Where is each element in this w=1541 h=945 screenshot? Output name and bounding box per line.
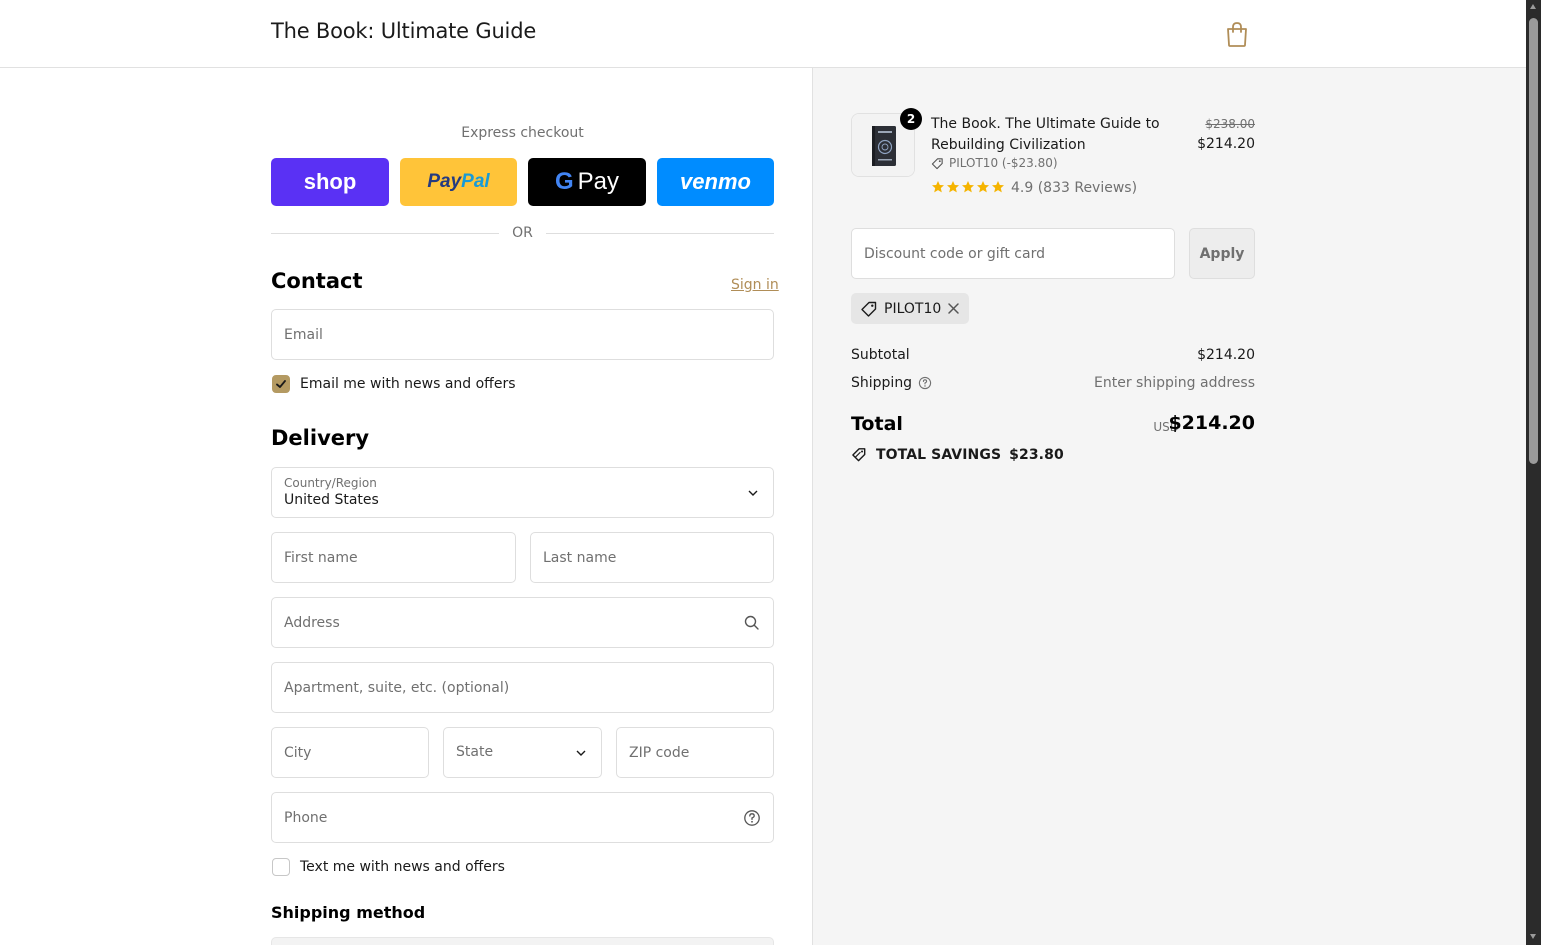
discount-code-input[interactable] (852, 229, 1174, 278)
order-summary-panel (812, 68, 1526, 945)
star-icon (947, 181, 959, 193)
product-discount-line: PILOT10 (-$23.80) (931, 156, 1058, 170)
close-icon[interactable] (947, 302, 960, 315)
city-field[interactable] (271, 727, 429, 778)
applied-code-text: PILOT10 (884, 300, 942, 317)
paypal-logo-part2: Pal (461, 171, 490, 192)
discount-code-field[interactable] (851, 228, 1175, 279)
shopping-bag-icon[interactable] (1224, 20, 1250, 48)
google-pay-button[interactable]: G Pay (528, 158, 646, 206)
city-input[interactable] (272, 728, 428, 777)
shipping-label: Shipping (851, 375, 913, 391)
shop-pay-logo: shop (303, 169, 357, 194)
sms-news-checkbox[interactable] (272, 858, 290, 876)
paypal-button[interactable]: Pay Pal (400, 158, 517, 206)
or-divider-right (546, 233, 774, 234)
scroll-up-icon[interactable] (1530, 4, 1536, 9)
state-placeholder: State (456, 744, 494, 760)
subtotal-label: Subtotal (851, 347, 910, 363)
tags-icon (852, 448, 866, 462)
apartment-input[interactable] (272, 663, 773, 712)
rating-text: 4.9 (833 Reviews) (1011, 180, 1138, 196)
sign-in-link[interactable]: Sign in (731, 277, 779, 293)
original-price: $238.00 (1205, 117, 1255, 131)
last-name-field[interactable] (530, 532, 774, 583)
first-name-field[interactable] (271, 532, 516, 583)
phone-field[interactable] (271, 792, 774, 843)
or-divider-label: OR (512, 225, 533, 241)
address-field[interactable] (271, 597, 774, 648)
or-divider-left (271, 233, 499, 234)
rating-stars (931, 180, 1005, 194)
product-name: The Book. The Ultimate Guide to Rebuildi… (931, 116, 1160, 153)
email-input[interactable] (272, 310, 773, 359)
store-title[interactable]: The Book: Ultimate Guide (271, 19, 536, 43)
page-scrollbar[interactable] (1526, 0, 1541, 945)
shipping-value: Enter shipping address (1094, 375, 1255, 391)
address-input[interactable] (272, 598, 773, 647)
zip-input[interactable] (617, 728, 773, 777)
last-name-input[interactable] (531, 533, 773, 582)
star-icon (932, 181, 944, 193)
tag-icon (861, 301, 877, 317)
sms-news-label[interactable]: Text me with news and offers (300, 859, 505, 875)
paypal-logo-part1: Pay (427, 171, 462, 192)
shipping-method-heading: Shipping method (271, 903, 426, 922)
google-g-icon: G (554, 168, 574, 195)
delivery-heading: Delivery (271, 426, 370, 450)
shipping-summary-row: Shipping (851, 375, 932, 391)
apply-discount-button[interactable]: Apply (1189, 228, 1255, 279)
email-field[interactable] (271, 309, 774, 360)
venmo-logo: venmo (680, 169, 751, 194)
total-label: Total (851, 413, 903, 435)
scrollbar-thumb[interactable] (1529, 18, 1538, 464)
shop-pay-button[interactable]: shop (271, 158, 389, 206)
contact-heading: Contact (271, 269, 363, 293)
total-value: $214.20 (1168, 412, 1255, 434)
country-select[interactable]: Country/Region United States (271, 467, 774, 518)
help-circle-icon[interactable] (743, 809, 761, 827)
zip-field[interactable] (616, 727, 774, 778)
state-select[interactable]: State (443, 727, 602, 778)
star-icon (977, 181, 989, 193)
discounted-price: $214.20 (1197, 136, 1255, 152)
product-discount-text: PILOT10 (-$23.80) (949, 156, 1058, 170)
express-checkout-label: Express checkout (461, 125, 584, 141)
shipping-method-box (271, 937, 774, 945)
apartment-field[interactable] (271, 662, 774, 713)
star-icon (992, 181, 1004, 193)
total-savings-row: TOTAL SAVINGS $23.80 (851, 446, 1064, 463)
email-news-checkbox[interactable] (272, 375, 290, 393)
subtotal-value: $214.20 (1197, 347, 1255, 363)
tag-icon (931, 157, 943, 169)
applied-code-chip: PILOT10 (851, 293, 969, 324)
total-savings-value: $23.80 (1009, 446, 1064, 463)
chevron-down-icon (748, 490, 758, 496)
quantity-badge: 2 (900, 108, 922, 130)
scroll-down-icon[interactable] (1530, 934, 1536, 939)
google-pay-label: Pay (577, 168, 620, 195)
country-label: Country/Region (284, 476, 377, 490)
email-news-label[interactable]: Email me with news and offers (300, 376, 516, 392)
site-header: The Book: Ultimate Guide (0, 0, 1526, 68)
total-savings-label: TOTAL SAVINGS (876, 446, 1002, 463)
checkmark-icon (276, 380, 286, 388)
search-icon[interactable] (743, 614, 761, 632)
phone-input[interactable] (272, 793, 773, 842)
first-name-input[interactable] (272, 533, 515, 582)
help-circle-icon[interactable] (918, 376, 932, 390)
venmo-button[interactable]: venmo (657, 158, 774, 206)
country-value: United States (284, 492, 379, 508)
star-icon (962, 181, 974, 193)
chevron-down-icon (576, 750, 586, 756)
